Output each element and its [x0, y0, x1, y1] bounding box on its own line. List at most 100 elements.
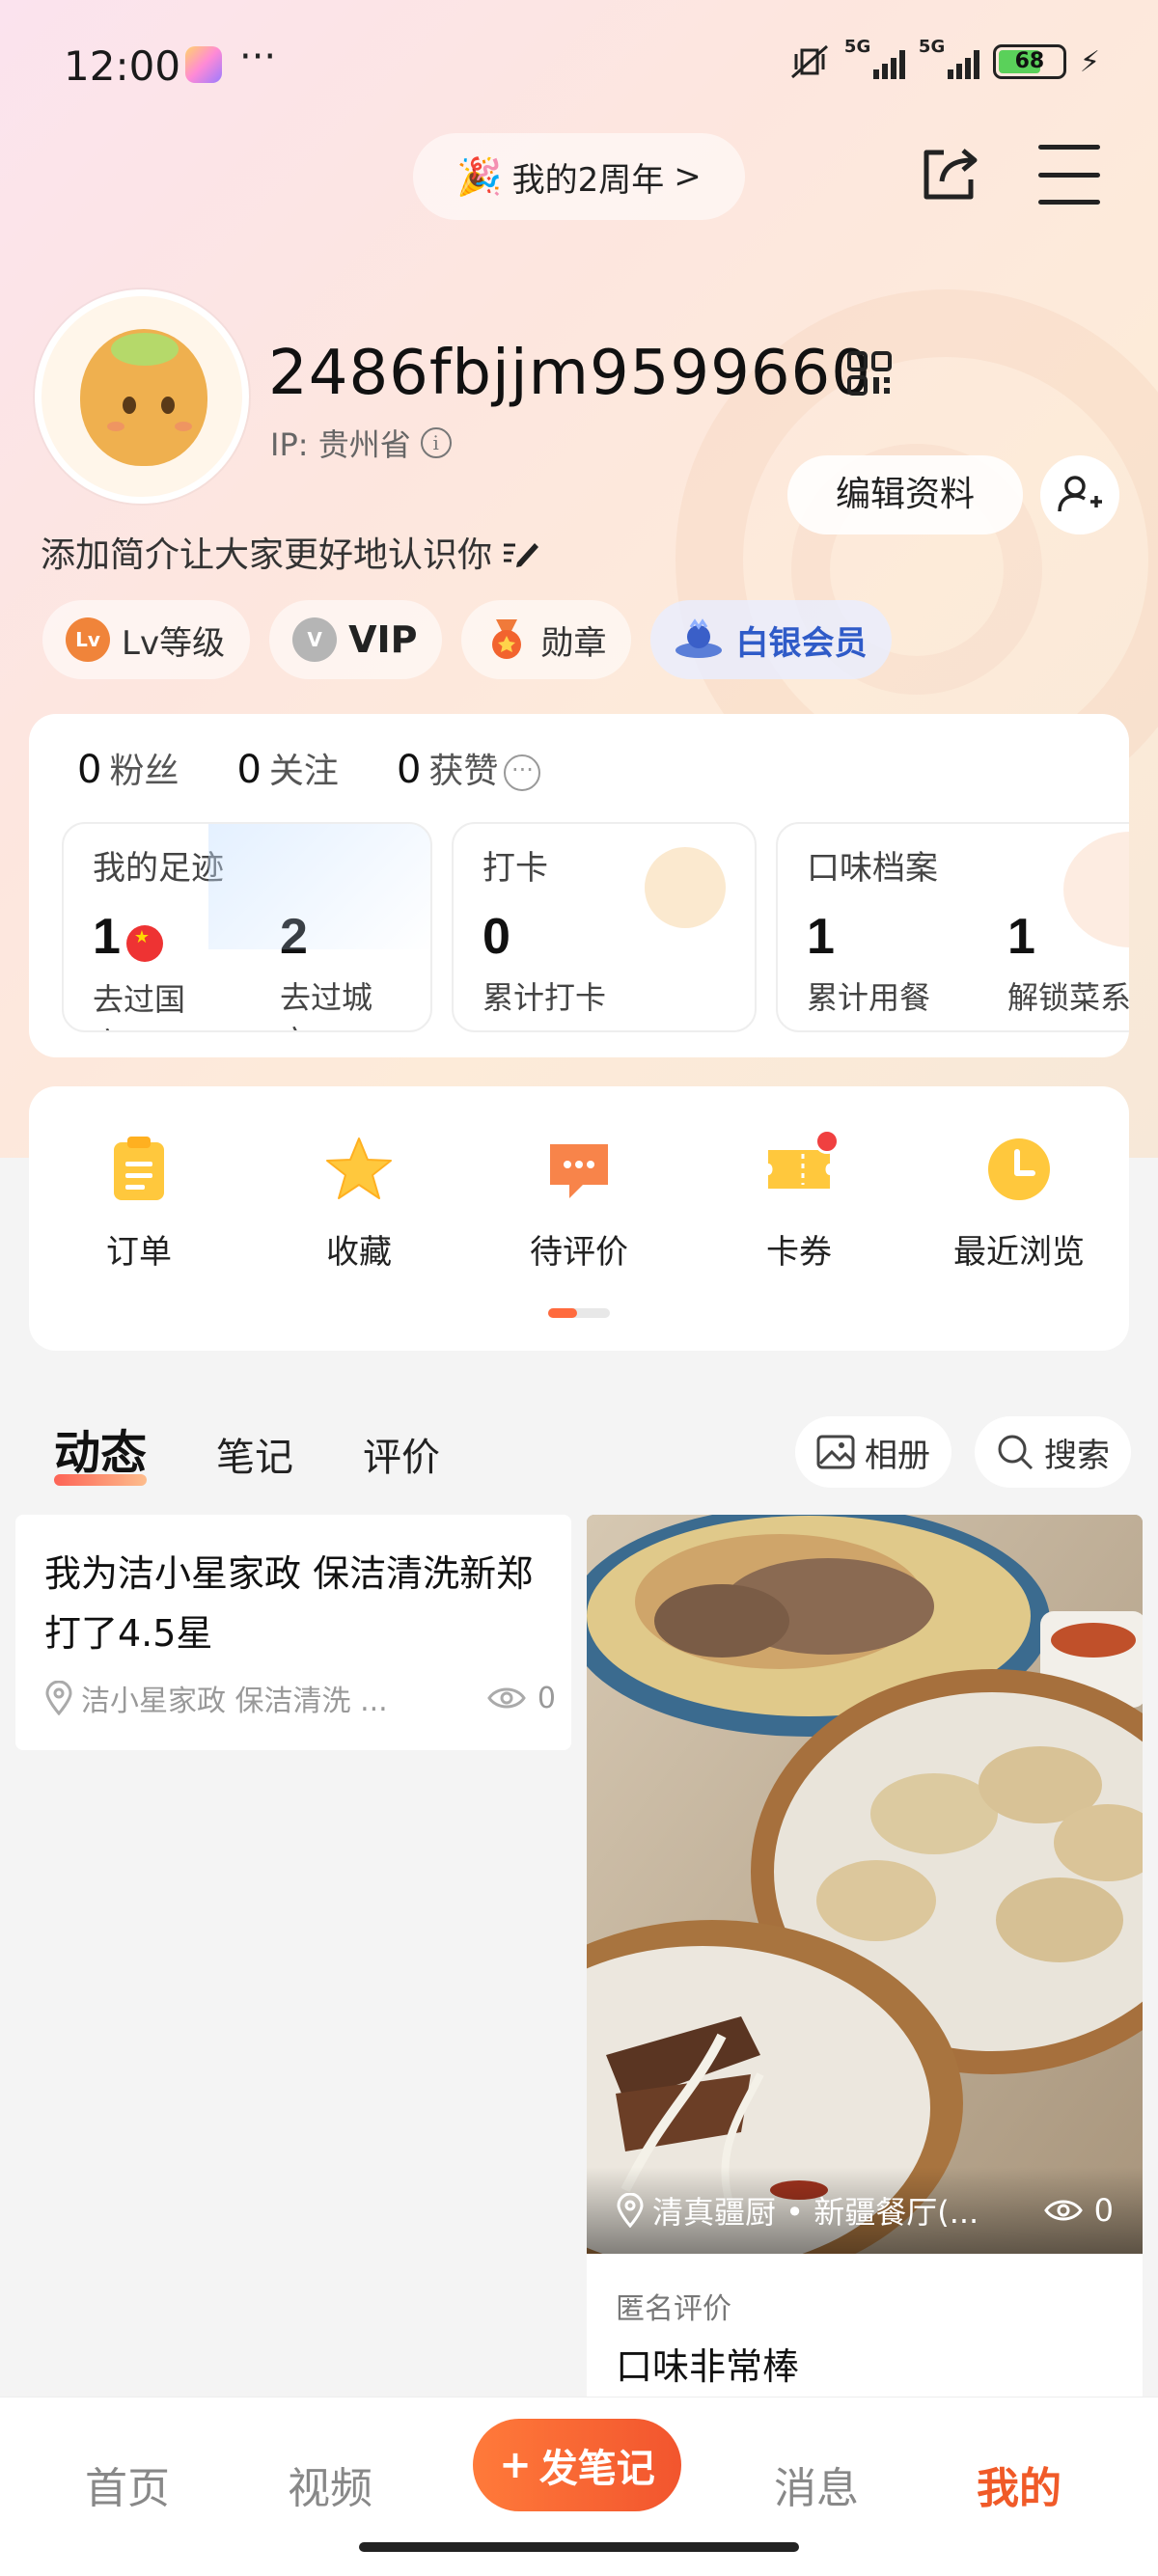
edit-pencil-icon — [504, 543, 539, 567]
ticket-icon — [764, 1129, 840, 1204]
photo-location[interactable]: 清真疆厨 • 新疆餐厅(... — [616, 2188, 979, 2233]
charging-icon: ⚡ — [1079, 44, 1100, 79]
menu-icon[interactable] — [1038, 145, 1100, 205]
bio[interactable]: 添加简介让大家更好地认识你 — [41, 527, 540, 577]
content-tabs: 动态 笔记 评价 — [54, 1414, 440, 1486]
favorites-shortcut[interactable]: 收藏 — [249, 1135, 469, 1273]
tab-feed[interactable]: 动态 — [54, 1414, 148, 1486]
edit-profile-button[interactable]: 编辑资料 — [787, 455, 1023, 534]
bio-text: 添加简介让大家更好地认识你 — [41, 535, 493, 575]
countries-label: 去过国家 — [93, 980, 186, 1031]
plus-icon: + — [499, 2443, 532, 2487]
feed-post-rating[interactable]: 我为洁小星家政 保洁清洗新郑打了4.5星 洁小星家政 保洁清洗 ... 0 — [15, 1515, 571, 1750]
fans-stat[interactable]: 0 粉丝 — [77, 743, 179, 793]
eye-icon — [1043, 2200, 1083, 2221]
status-bar: 12:00 ··· 5G 5G 68 ⚡ — [0, 0, 1158, 125]
star-icon — [326, 1137, 392, 1199]
location-pin-icon — [45, 1681, 72, 1715]
likes-stat[interactable]: 0 获赞 ··· — [397, 743, 541, 793]
ip-location: IP: 贵州省 i — [270, 421, 452, 465]
medal-label: 勋章 — [540, 623, 607, 663]
tab-notes[interactable]: 笔记 — [216, 1426, 293, 1482]
recent-history-shortcut[interactable]: 最近浏览 — [909, 1135, 1129, 1273]
mute-vibrate-icon — [790, 44, 828, 79]
following-stat[interactable]: 0 关注 — [236, 743, 338, 793]
orders-shortcut[interactable]: 订单 — [29, 1135, 249, 1273]
battery-icon: 68 — [992, 44, 1066, 79]
vip-icon: V — [292, 617, 338, 662]
clipboard-icon — [114, 1137, 164, 1200]
search-icon — [998, 1435, 1034, 1470]
level-icon: Lv — [66, 617, 110, 662]
photo-caption: 清真疆厨 • 新疆餐厅(... 0 — [587, 2167, 1143, 2254]
review-text: 口味非常棒 — [616, 2345, 800, 2388]
info-icon[interactable]: i — [420, 427, 452, 458]
cities-label: 去过城市 — [280, 979, 373, 1030]
party-popper-icon: 🎉 — [456, 154, 503, 198]
comment-icon — [550, 1144, 608, 1198]
meals-label: 累计用餐 — [807, 979, 931, 1016]
anniversary-label: 我的2周年 — [511, 160, 665, 200]
silver-member-badge[interactable]: 白银会员 — [650, 600, 893, 679]
bottom-nav: 首页 视频 + 发笔记 消息 我的 — [0, 2397, 1158, 2576]
photo-view-count: 0 — [1043, 2192, 1114, 2229]
avatar[interactable] — [35, 289, 249, 504]
vip-badge[interactable]: V VIP — [269, 600, 443, 679]
stats-card: 0粉丝 0关注 0获赞··· 我的足迹 1 去过国家 2 去过城市 打卡 0 累… — [29, 714, 1129, 1057]
medal-icon — [492, 619, 522, 659]
food-photo-image — [587, 1515, 1143, 2254]
pending-review-shortcut[interactable]: 待评价 — [469, 1135, 689, 1273]
china-flag-icon — [125, 924, 163, 962]
add-friend-icon[interactable] — [1040, 455, 1119, 534]
nav-home[interactable]: 首页 — [85, 2453, 170, 2515]
more-icon[interactable]: ··· — [504, 754, 541, 791]
nav-video[interactable]: 视频 — [288, 2453, 372, 2515]
food-photo[interactable]: 清真疆厨 • 新疆餐厅(... 0 — [587, 1515, 1143, 2254]
dishes-label: 解锁菜系 — [1007, 979, 1129, 1016]
home-indicator[interactable] — [359, 2542, 799, 2552]
status-time: 12:00 — [64, 42, 181, 90]
level-label: Lv等级 — [122, 623, 226, 663]
notification-dot — [814, 1129, 840, 1154]
anonymous-review-label: 匿名评价 — [616, 2292, 731, 2326]
more-notifications-icon: ··· — [239, 35, 277, 79]
checkin-card[interactable]: 打卡 0 累计打卡 — [452, 822, 757, 1032]
share-icon[interactable] — [917, 139, 984, 206]
medal-badge[interactable]: 勋章 — [461, 600, 632, 679]
badge-row: Lv Lv等级 V VIP 勋章 白银会员 — [42, 600, 893, 679]
vip-label: VIP — [348, 618, 418, 661]
clock-icon — [988, 1138, 1050, 1200]
shortcut-pager — [548, 1308, 610, 1318]
album-button[interactable]: 相册 — [795, 1416, 951, 1488]
level-badge[interactable]: Lv Lv等级 — [42, 600, 251, 679]
signal-icon: 5G — [844, 37, 905, 79]
view-count: 0 — [487, 1682, 556, 1715]
post-title: 我为洁小星家政 保洁清洗新郑打了4.5星 — [44, 1552, 534, 1655]
coupons-shortcut[interactable]: 卡券 — [689, 1129, 909, 1273]
app-notification-icon — [185, 46, 222, 83]
eye-icon — [487, 1687, 526, 1709]
location-pin-icon — [617, 2193, 644, 2228]
silver-member-icon — [676, 618, 723, 658]
post-location[interactable]: 洁小星家政 保洁清洗 ... — [44, 1677, 388, 1719]
username: 2486fbjjm9599660 — [268, 338, 871, 409]
taste-profile-card[interactable]: 口味档案 1 累计用餐 1 解锁菜系 — [776, 822, 1129, 1032]
signal-icon-2: 5G — [919, 37, 979, 79]
shortcut-card: 订单 收藏 待评价 卡券 最近浏览 — [29, 1086, 1129, 1351]
image-icon — [816, 1435, 855, 1469]
silver-member-label: 白银会员 — [735, 623, 868, 663]
feed-post-photo[interactable]: 清真疆厨 • 新疆餐厅(... 0 匿名评价 口味非常棒 — [587, 1515, 1143, 2402]
checkin-label: 累计打卡 — [482, 979, 607, 1016]
qr-code-icon[interactable] — [845, 349, 894, 397]
post-note-button[interactable]: + 发笔记 — [473, 2419, 681, 2511]
meals-count: 1 — [807, 909, 835, 965]
nav-messages[interactable]: 消息 — [774, 2453, 859, 2515]
tab-reviews[interactable]: 评价 — [363, 1426, 440, 1482]
footprint-card[interactable]: 我的足迹 1 去过国家 2 去过城市 — [62, 822, 432, 1032]
anniversary-button[interactable]: 🎉 我的2周年 > — [413, 133, 745, 220]
nav-me[interactable]: 我的 — [977, 2453, 1062, 2515]
ip-location-text: IP: 贵州省 — [270, 426, 411, 463]
checkin-count: 0 — [482, 909, 510, 965]
search-button[interactable]: 搜索 — [975, 1416, 1131, 1488]
chevron-right-icon: > — [674, 157, 702, 196]
